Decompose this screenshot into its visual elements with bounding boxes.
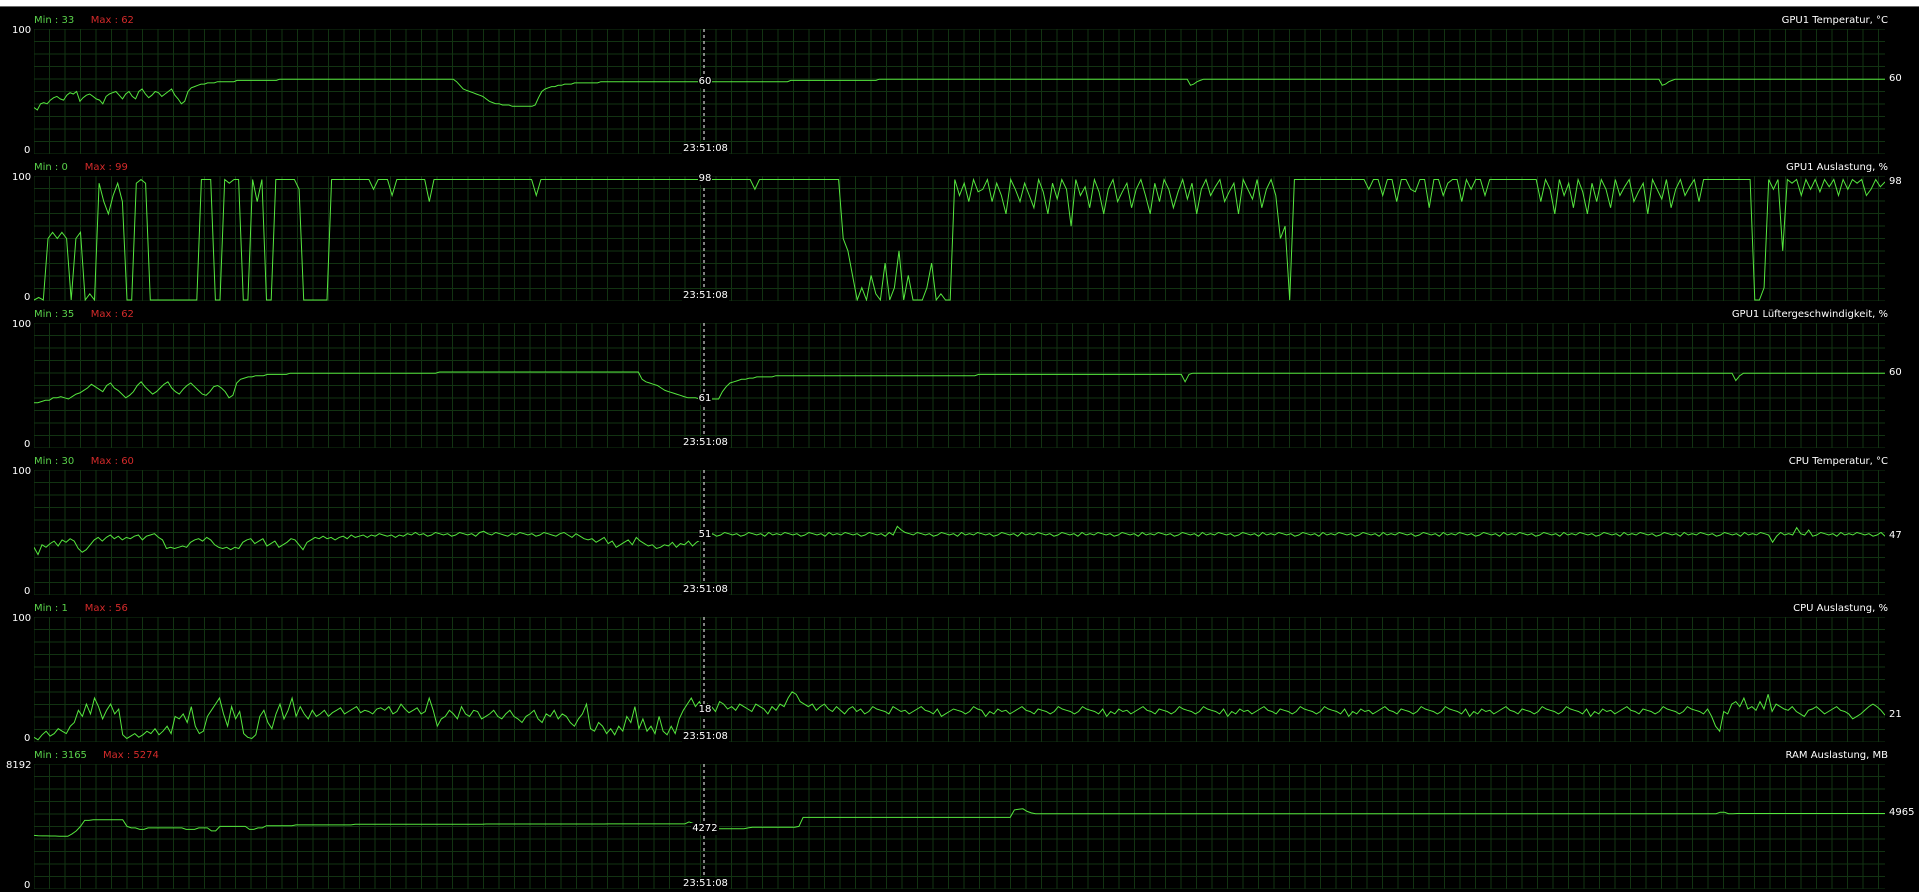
cursor-value: 18 <box>697 704 713 717</box>
cursor-value: 60 <box>697 75 713 88</box>
y-axis-min-tick: 0 <box>24 880 31 891</box>
max-label: Max : 62 <box>90 309 134 320</box>
max-label: Max : 5274 <box>103 750 159 761</box>
grid <box>34 29 1885 154</box>
current-value: 47 <box>1889 530 1902 542</box>
min-label: Min : 30 <box>34 456 75 467</box>
current-value: 98 <box>1889 175 1902 187</box>
grid <box>34 323 1885 448</box>
y-axis-max-tick: 8192 <box>6 760 32 771</box>
cpu-temperature-panel: Min : 30 Max : 60 CPU Temperatur, °C 100 0 51… <box>0 448 1919 597</box>
min-label: Min : 1 <box>34 603 68 614</box>
current-value: 60 <box>1889 367 1902 379</box>
series-line <box>34 808 1885 837</box>
graph-svg <box>34 176 1885 301</box>
gpu1-temperature-panel: Min : 33 Max : 62 GPU1 Temperatur, °C 100 0 6… <box>0 7 1919 156</box>
max-label: Max : 99 <box>84 162 128 173</box>
current-value: 60 <box>1889 73 1902 85</box>
min-label: Min : 3165 <box>34 750 87 761</box>
gpu1-load-panel: Min : 0 Max : 99 GPU1 Auslastung, % 100 0 98 2… <box>0 154 1919 303</box>
plot-area[interactable] <box>34 470 1885 595</box>
plot-area[interactable] <box>34 323 1885 448</box>
cpu-load-panel: Min : 1 Max : 56 CPU Auslastung, % 100 0 18 23… <box>0 595 1919 744</box>
y-axis-max-tick: 100 <box>12 25 32 36</box>
graph-svg <box>34 29 1885 154</box>
graph-svg <box>34 764 1885 889</box>
y-axis-max-tick: 100 <box>12 466 32 477</box>
max-label: Max : 56 <box>84 603 128 614</box>
y-axis-max-tick: 100 <box>12 319 32 330</box>
graph-svg <box>34 323 1885 448</box>
plot-area[interactable] <box>34 29 1885 154</box>
series-line <box>34 78 1885 111</box>
graph-svg <box>34 617 1885 742</box>
max-label: Max : 60 <box>90 456 134 467</box>
plot-area[interactable] <box>34 764 1885 889</box>
ram-usage-panel: Min : 3165 Max : 5274 RAM Auslastung, MB 81… <box>0 742 1919 891</box>
plot-area[interactable] <box>34 176 1885 301</box>
cursor-value: 4272 <box>691 822 719 835</box>
plot-area[interactable] <box>34 617 1885 742</box>
cursor-value: 61 <box>697 393 713 406</box>
y-axis-max-tick: 100 <box>12 613 32 624</box>
grid <box>34 764 1885 889</box>
series-line <box>34 177 1885 301</box>
cursor-time: 23:51:08 <box>682 878 729 890</box>
series-line <box>34 691 1885 741</box>
graph-title: CPU Auslastung, % <box>1793 603 1888 614</box>
grid <box>34 470 1885 595</box>
cursor-value: 98 <box>697 173 713 186</box>
current-value: 21 <box>1889 709 1902 721</box>
window-top-border <box>0 0 1919 7</box>
grid <box>34 617 1885 742</box>
graph-title: CPU Temperatur, °C <box>1788 456 1888 467</box>
max-label: Max : 62 <box>90 15 134 26</box>
min-label: Min : 35 <box>34 309 75 320</box>
gpu1-fan-speed-panel: Min : 35 Max : 62 GPU1 Lüftergeschwindigke… <box>0 301 1919 450</box>
graph-title: GPU1 Temperatur, °C <box>1781 15 1888 26</box>
graph-title: RAM Auslastung, MB <box>1785 750 1889 761</box>
graph-title: GPU1 Lüftergeschwindigkeit, % <box>1731 309 1888 320</box>
current-value: 4965 <box>1889 807 1915 819</box>
min-label: Min : 0 <box>34 162 68 173</box>
graph-svg <box>34 470 1885 595</box>
cursor-value: 51 <box>697 528 713 541</box>
y-axis-max-tick: 100 <box>12 172 32 183</box>
graph-title: GPU1 Auslastung, % <box>1786 162 1888 173</box>
series-line <box>34 525 1885 556</box>
min-label: Min : 33 <box>34 15 75 26</box>
